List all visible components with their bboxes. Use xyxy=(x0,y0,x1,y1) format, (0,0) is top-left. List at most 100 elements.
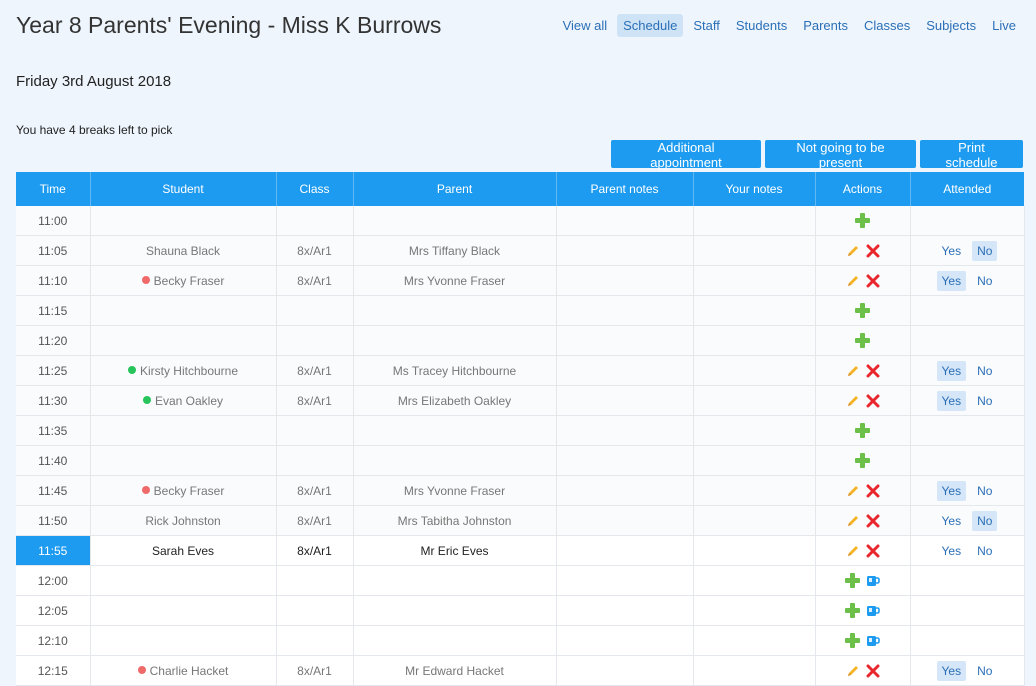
cell-your-notes xyxy=(693,235,816,266)
attended-no-button[interactable]: No xyxy=(972,240,998,261)
cell-actions xyxy=(815,385,911,416)
attended-no-button[interactable]: No xyxy=(972,661,997,681)
cell-your-notes xyxy=(693,385,816,416)
cell-parent: Mrs Tabitha Johnston xyxy=(353,505,557,536)
edit-pencil-icon[interactable] xyxy=(846,484,860,498)
edit-pencil-icon[interactable] xyxy=(846,394,860,408)
status-dot-red xyxy=(137,666,146,675)
delete-x-icon[interactable] xyxy=(866,484,880,498)
table-row: 12:10 xyxy=(16,625,1025,656)
cell-actions xyxy=(815,295,911,326)
attended-no-button[interactable]: No xyxy=(972,361,997,381)
cell-class: 8x/Ar1 xyxy=(276,355,354,386)
column-header-class: Class xyxy=(276,172,354,206)
table-row: 11:45 Becky Fraser 8x/Ar1 Mrs Yvonne Fraser… xyxy=(16,475,1025,506)
add-appointment-plus-icon[interactable] xyxy=(855,303,870,319)
attended-no-button[interactable]: No xyxy=(972,510,998,531)
add-appointment-plus-icon[interactable] xyxy=(845,603,860,619)
cell-time: 11:45 xyxy=(16,475,91,506)
cell-attended: Yes No xyxy=(910,505,1025,536)
table-row: 11:00 xyxy=(16,206,1025,236)
nav-view-all[interactable]: View all xyxy=(557,14,614,37)
edit-pencil-icon[interactable] xyxy=(846,664,860,678)
cell-student xyxy=(90,415,277,446)
attended-no-button[interactable]: No xyxy=(972,271,997,291)
attended-yes-button[interactable]: Yes xyxy=(936,270,967,291)
delete-x-icon[interactable] xyxy=(866,274,880,288)
delete-x-icon[interactable] xyxy=(866,664,880,678)
status-dot-red xyxy=(141,486,150,495)
delete-x-icon[interactable] xyxy=(866,364,880,378)
cell-student: Evan Oakley xyxy=(90,385,277,416)
cell-student xyxy=(90,625,277,656)
student-name: Sarah Eves xyxy=(151,543,215,558)
delete-x-icon[interactable] xyxy=(866,394,880,408)
delete-x-icon[interactable] xyxy=(866,244,880,258)
table-row: 12:15 Charlie Hacket 8x/Ar1 Mr Edward Hacke… xyxy=(16,655,1025,686)
attended-yes-button[interactable]: Yes xyxy=(936,480,967,501)
schedule-table: Time Student Class Parent Parent notes Y… xyxy=(16,172,1025,686)
cell-class xyxy=(276,415,354,446)
edit-pencil-icon[interactable] xyxy=(846,544,860,558)
cell-parent-notes xyxy=(556,206,694,236)
add-appointment-plus-icon[interactable] xyxy=(855,333,870,349)
table-row: 11:20 xyxy=(16,325,1025,356)
print-schedule-button[interactable]: Print schedule xyxy=(920,140,1023,170)
cell-parent-notes xyxy=(556,325,694,356)
cell-actions xyxy=(815,445,911,476)
cell-time: 12:15 xyxy=(16,655,91,686)
cell-class: 8x/Ar1 xyxy=(276,475,354,506)
delete-x-icon[interactable] xyxy=(866,514,880,528)
attended-no-button[interactable]: No xyxy=(972,481,997,501)
edit-pencil-icon[interactable] xyxy=(846,274,860,288)
attended-yes-button[interactable]: Yes xyxy=(936,360,967,381)
nav-subjects[interactable]: Subjects xyxy=(920,14,982,37)
table-row: 11:50 Rick Johnston 8x/Ar1 Mrs Tabitha John… xyxy=(16,505,1025,536)
cell-actions xyxy=(815,206,911,236)
edit-pencil-icon[interactable] xyxy=(846,244,860,258)
cell-attended xyxy=(910,625,1025,656)
attended-no-button[interactable]: No xyxy=(972,391,997,411)
attended-yes-button[interactable]: Yes xyxy=(936,390,967,411)
table-row: 11:05 Shauna Black 8x/Ar1 Mrs Tiffany Black… xyxy=(16,235,1025,266)
nav-classes[interactable]: Classes xyxy=(858,14,916,37)
attended-yes-button[interactable]: Yes xyxy=(936,660,967,681)
table-row: 11:35 xyxy=(16,415,1025,446)
cell-attended xyxy=(910,325,1025,356)
nav-parents[interactable]: Parents xyxy=(797,14,854,37)
edit-pencil-icon[interactable] xyxy=(846,514,860,528)
edit-pencil-icon[interactable] xyxy=(846,364,860,378)
cell-time: 11:15 xyxy=(16,295,91,326)
nav-schedule[interactable]: Schedule xyxy=(617,14,684,37)
cell-actions xyxy=(815,595,911,626)
cell-time: 12:10 xyxy=(16,625,91,656)
add-appointment-plus-icon[interactable] xyxy=(855,213,870,229)
break-cup-icon[interactable] xyxy=(866,604,880,618)
attended-yes-button[interactable]: Yes xyxy=(937,241,967,261)
cell-parent-notes xyxy=(556,505,694,536)
add-appointment-plus-icon[interactable] xyxy=(845,633,860,649)
cell-actions xyxy=(815,565,911,596)
cell-class xyxy=(276,325,354,356)
attended-yes-button[interactable]: Yes xyxy=(937,511,967,531)
delete-x-icon[interactable] xyxy=(866,544,880,558)
nav-staff[interactable]: Staff xyxy=(687,14,726,37)
add-appointment-plus-icon[interactable] xyxy=(855,423,870,439)
cell-actions xyxy=(815,415,911,446)
not-going-to-be-present-button[interactable]: Not going to be present xyxy=(765,140,916,170)
cell-student: Becky Fraser xyxy=(90,475,277,506)
add-appointment-plus-icon[interactable] xyxy=(855,453,870,469)
attended-no-button[interactable]: No xyxy=(972,541,997,561)
break-cup-icon[interactable] xyxy=(866,634,880,648)
cell-parent-notes xyxy=(556,535,694,566)
additional-appointment-button[interactable]: Additional appointment xyxy=(611,140,761,170)
attended-yes-button[interactable]: Yes xyxy=(937,541,967,561)
cell-your-notes xyxy=(693,265,816,296)
break-cup-icon[interactable] xyxy=(866,574,880,588)
nav-students[interactable]: Students xyxy=(730,14,793,37)
add-appointment-plus-icon[interactable] xyxy=(845,573,860,589)
cell-student xyxy=(90,595,277,626)
cell-parent-notes xyxy=(556,475,694,506)
cell-parent: Mr Edward Hacket xyxy=(353,655,557,686)
nav-live[interactable]: Live xyxy=(986,14,1022,37)
